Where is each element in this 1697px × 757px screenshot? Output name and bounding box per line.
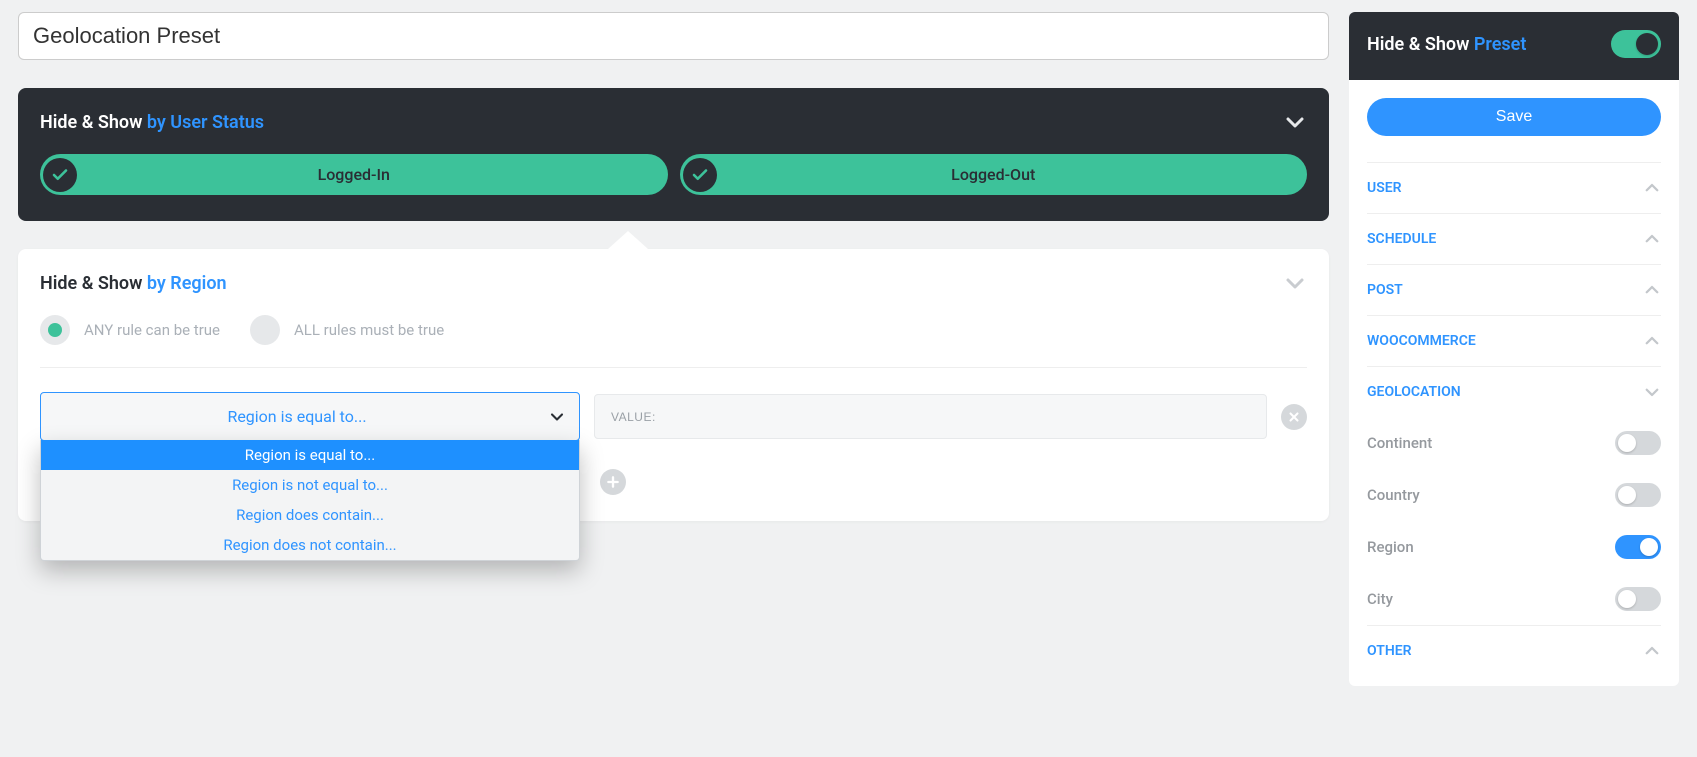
radio-any-rule[interactable]: ANY rule can be true bbox=[40, 315, 220, 345]
section-label: SCHEDULE bbox=[1367, 231, 1436, 247]
section-post[interactable]: POST bbox=[1367, 264, 1661, 315]
pill-label: Logged-Out bbox=[951, 165, 1035, 184]
geo-item-label: City bbox=[1367, 590, 1393, 608]
add-rule-button[interactable] bbox=[600, 469, 626, 495]
check-icon bbox=[683, 158, 717, 192]
panel-user-status-title: Hide & Show by User Status bbox=[40, 112, 264, 133]
sidebar-header: Hide & Show Preset bbox=[1349, 12, 1679, 80]
radio-all-rules[interactable]: ALL rules must be true bbox=[250, 315, 444, 345]
section-woocommerce[interactable]: WOOCOMMERCE bbox=[1367, 315, 1661, 366]
toggle-region[interactable] bbox=[1615, 535, 1661, 559]
chevron-up-icon bbox=[1643, 179, 1661, 197]
dropdown-option[interactable]: Region does contain... bbox=[41, 500, 579, 530]
section-label: USER bbox=[1367, 180, 1402, 196]
geo-item-region[interactable]: Region bbox=[1367, 521, 1661, 573]
section-user[interactable]: USER bbox=[1367, 162, 1661, 213]
geo-item-label: Region bbox=[1367, 538, 1414, 556]
preset-enable-toggle[interactable] bbox=[1611, 30, 1661, 58]
panel-user-status: Hide & Show by User Status Logged-In Log… bbox=[18, 88, 1329, 221]
radio-dot-icon bbox=[250, 315, 280, 345]
radio-label: ALL rules must be true bbox=[294, 321, 444, 339]
check-icon bbox=[43, 158, 77, 192]
chevron-down-icon bbox=[1643, 383, 1661, 401]
sidebar-title: Hide & Show Preset bbox=[1367, 34, 1526, 55]
geo-item-label: Continent bbox=[1367, 434, 1432, 452]
section-schedule[interactable]: SCHEDULE bbox=[1367, 213, 1661, 264]
select-value: Region is equal to... bbox=[227, 407, 366, 426]
section-geolocation[interactable]: GEOLOCATION bbox=[1367, 366, 1661, 417]
chevron-up-icon bbox=[1643, 281, 1661, 299]
radio-dot-icon bbox=[40, 315, 70, 345]
toggle-country[interactable] bbox=[1615, 483, 1661, 507]
toggle-continent[interactable] bbox=[1615, 431, 1661, 455]
chevron-down-icon[interactable] bbox=[1283, 110, 1307, 134]
preset-title-input[interactable] bbox=[18, 12, 1329, 60]
rule-operator-dropdown: Region is equal to... Region is not equa… bbox=[40, 440, 580, 561]
section-other[interactable]: OTHER bbox=[1367, 625, 1661, 676]
pill-logged-in[interactable]: Logged-In bbox=[40, 154, 668, 195]
radio-label: ANY rule can be true bbox=[84, 321, 220, 339]
section-label: GEOLOCATION bbox=[1367, 384, 1461, 400]
pill-logged-out[interactable]: Logged-Out bbox=[680, 154, 1308, 195]
panel-region-title: Hide & Show by Region bbox=[40, 273, 227, 294]
dropdown-option[interactable]: Region does not contain... bbox=[41, 530, 579, 560]
chevron-up-icon bbox=[1643, 230, 1661, 248]
section-label: OTHER bbox=[1367, 643, 1412, 659]
geo-item-label: Country bbox=[1367, 486, 1420, 504]
chevron-up-icon bbox=[1643, 642, 1661, 660]
geo-item-city[interactable]: City bbox=[1367, 573, 1661, 625]
remove-rule-button[interactable] bbox=[1281, 404, 1307, 430]
geo-item-country[interactable]: Country bbox=[1367, 469, 1661, 521]
chevron-down-icon[interactable] bbox=[1283, 271, 1307, 295]
rule-value-input[interactable] bbox=[594, 394, 1267, 439]
dropdown-option[interactable]: Region is equal to... bbox=[41, 440, 579, 470]
panel-region: Hide & Show by Region ANY rule can be tr… bbox=[18, 249, 1329, 521]
chevron-down-icon bbox=[547, 407, 567, 427]
section-label: POST bbox=[1367, 282, 1403, 298]
dropdown-option[interactable]: Region is not equal to... bbox=[41, 470, 579, 500]
section-label: WOOCOMMERCE bbox=[1367, 333, 1476, 349]
save-button[interactable]: Save bbox=[1367, 98, 1661, 136]
pill-label: Logged-In bbox=[318, 165, 390, 184]
chevron-up-icon bbox=[1643, 332, 1661, 350]
rule-operator-select[interactable]: Region is equal to... bbox=[40, 392, 580, 441]
toggle-city[interactable] bbox=[1615, 587, 1661, 611]
geo-item-continent[interactable]: Continent bbox=[1367, 417, 1661, 469]
